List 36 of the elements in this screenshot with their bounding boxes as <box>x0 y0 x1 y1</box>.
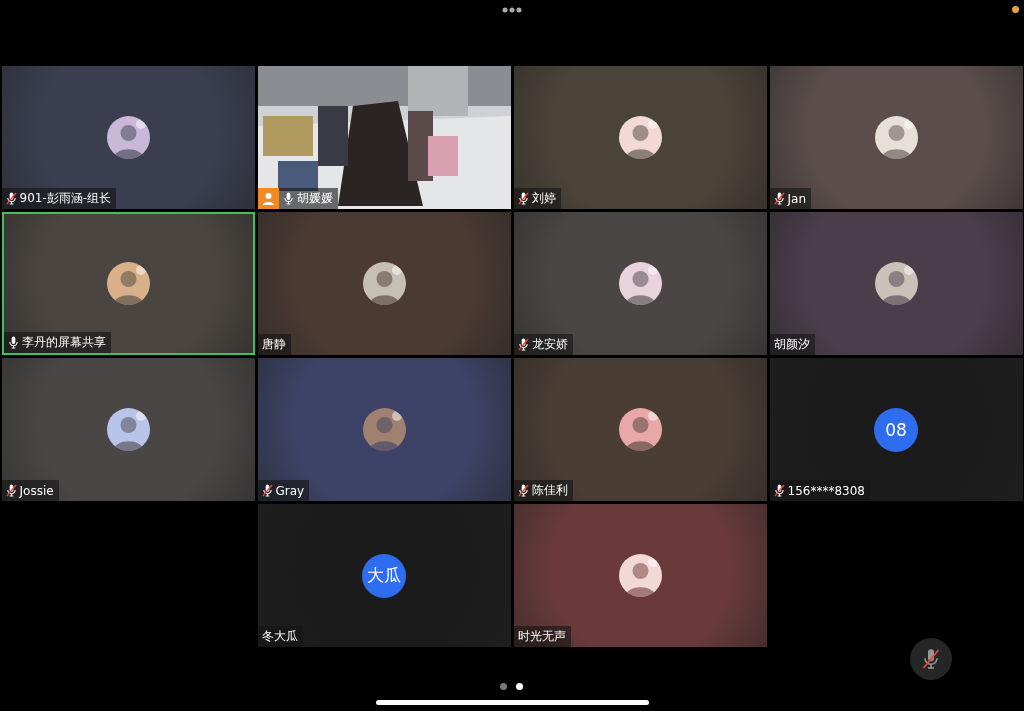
video-tile[interactable]: Gray <box>257 358 511 501</box>
participant-name: 胡颜汐 <box>769 334 815 355</box>
video-tile[interactable]: 刘婷 <box>513 66 767 209</box>
participant-name: 901-彭雨涵-组长 <box>1 188 117 209</box>
participant-name: 龙安娇 <box>513 334 573 355</box>
video-tile[interactable]: 08 156****8308 <box>769 358 1023 501</box>
participant-name: 胡媛媛 <box>278 188 338 209</box>
avatar-initials: 大瓜 <box>362 553 406 598</box>
participant-name: 冬大瓜 <box>257 626 303 647</box>
participant-name: Jossie <box>1 480 59 501</box>
more-icon[interactable] <box>502 7 522 13</box>
video-tile[interactable]: 龙安娇 <box>513 212 767 355</box>
video-tile[interactable]: 唐静 <box>257 212 511 355</box>
mute-button[interactable] <box>910 638 952 680</box>
video-tile[interactable]: Jossie <box>1 358 255 501</box>
participant-name: 156****8308 <box>769 480 870 501</box>
participant-name: 时光无声 <box>513 626 571 647</box>
participant-name: 唐静 <box>257 334 291 355</box>
avatar-initials: 08 <box>874 407 918 452</box>
video-tile[interactable]: 李丹的屏幕共享 <box>1 212 255 355</box>
participant-name: Jan <box>769 188 811 209</box>
page-dot[interactable] <box>516 683 523 690</box>
video-tile[interactable]: 时光无声 <box>513 504 767 647</box>
page-dot[interactable] <box>500 683 507 690</box>
status-dot <box>1012 6 1019 13</box>
video-tile[interactable]: 胡媛媛 <box>257 66 511 209</box>
participant-name: 刘婷 <box>513 188 561 209</box>
participant-name: 李丹的屏幕共享 <box>3 332 111 353</box>
muted-mic-icon <box>922 648 940 670</box>
video-tile[interactable]: 胡颜汐 <box>769 212 1023 355</box>
video-tile[interactable]: 大瓜 冬大瓜 <box>257 504 511 647</box>
participant-name: Gray <box>257 480 310 501</box>
participant-name: 陈佳利 <box>513 480 573 501</box>
video-tile[interactable]: 陈佳利 <box>513 358 767 501</box>
video-tile[interactable]: Jan <box>769 66 1023 209</box>
video-tile[interactable]: 901-彭雨涵-组长 <box>1 66 255 209</box>
